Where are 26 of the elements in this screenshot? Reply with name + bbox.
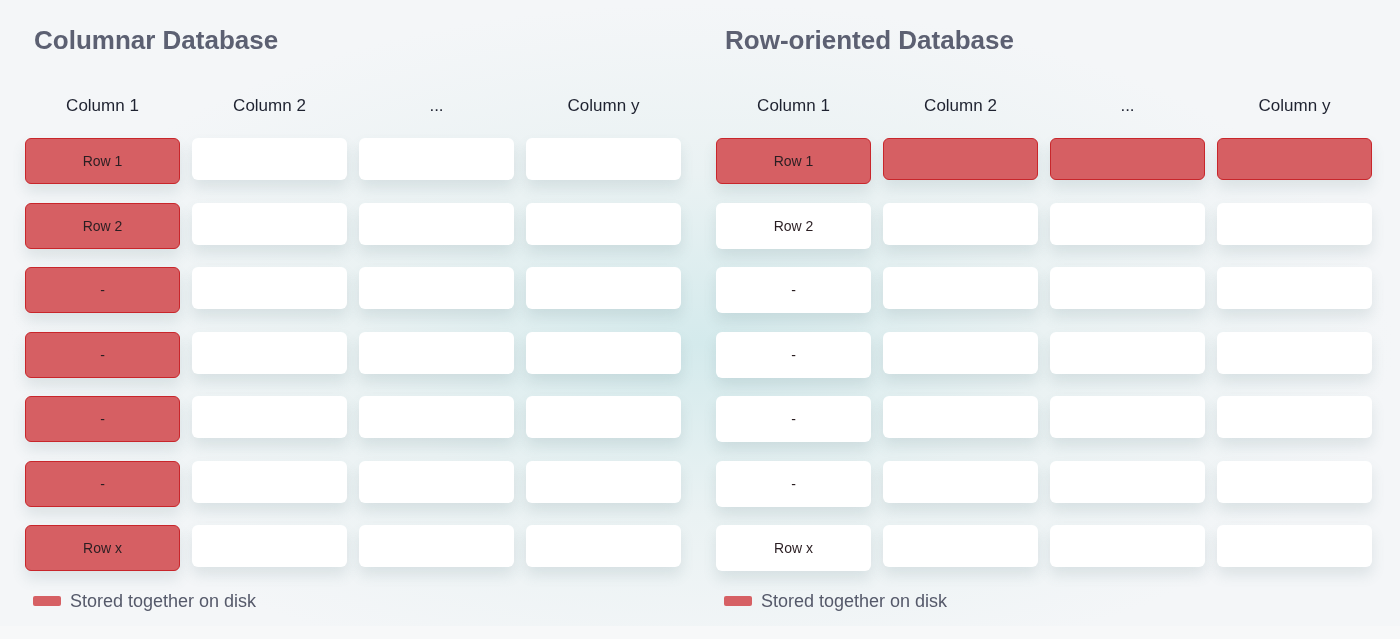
table-cell: - <box>716 460 871 507</box>
table-cell: - <box>716 267 871 313</box>
table-cell: - <box>716 396 871 442</box>
column-header: Column y <box>566 95 641 117</box>
table-cell: Row x <box>716 525 871 571</box>
table-cell: - <box>716 331 871 378</box>
legend-label: Stored together on disk <box>761 590 948 612</box>
column-header: Column 1 <box>756 95 831 117</box>
highlighted-cell: Row 1 <box>716 138 871 184</box>
column-header: Column 2 <box>923 95 998 117</box>
panel-title: Row-oriented Database <box>725 24 1015 56</box>
column-header: ... <box>1119 95 1136 117</box>
column-header: Column 2 <box>232 95 307 117</box>
highlighted-cell: - <box>25 267 180 313</box>
column-header: ... <box>428 95 445 117</box>
highlighted-cell: Row 2 <box>25 202 180 249</box>
legend-label: Stored together on disk <box>70 590 257 612</box>
table-cell: Row 2 <box>716 202 871 249</box>
highlighted-cell: - <box>25 460 180 507</box>
highlighted-cell: Row 1 <box>25 138 180 184</box>
column-header: Column y <box>1257 95 1332 117</box>
highlighted-cell: - <box>25 331 180 378</box>
column-header: Column 1 <box>65 95 140 117</box>
highlighted-cell: Row x <box>25 525 180 571</box>
highlighted-cell: - <box>25 396 180 442</box>
panel-title: Columnar Database <box>34 24 280 56</box>
